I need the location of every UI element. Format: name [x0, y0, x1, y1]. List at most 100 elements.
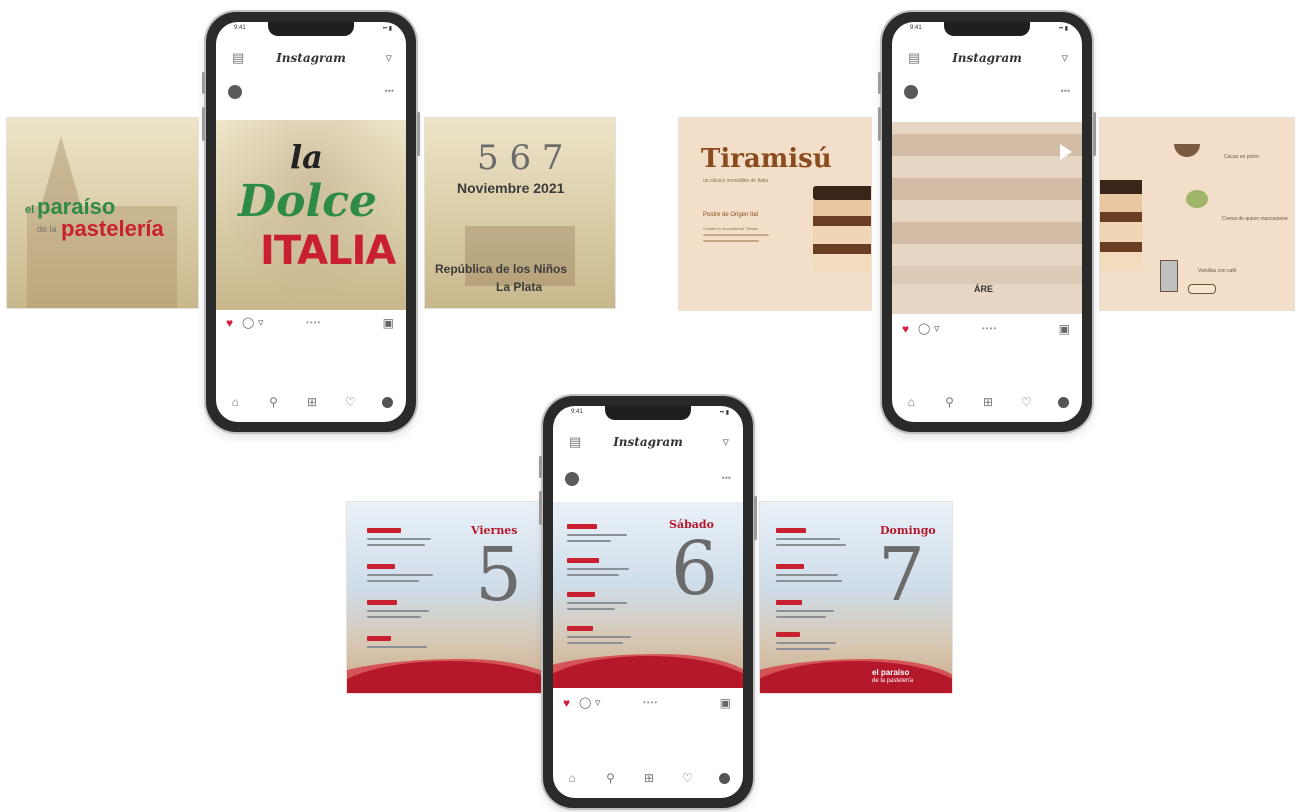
- avatar[interactable]: [228, 85, 242, 99]
- heart-icon[interactable]: ♡: [344, 395, 357, 409]
- comment-icon[interactable]: ◯: [918, 322, 930, 335]
- text-line: [703, 240, 759, 242]
- app-title: Instagram: [613, 435, 683, 449]
- carousel-dots: ••••: [306, 318, 322, 327]
- add-icon[interactable]: ⊞: [305, 395, 318, 409]
- phone-side-button: [754, 496, 757, 540]
- tiramisu-body: Creado en la ciudad de Treviso: [703, 226, 759, 231]
- post-video-tiramisu[interactable]: ÁRE: [892, 122, 1082, 314]
- mascarpone-illustration: [1186, 190, 1208, 208]
- add-icon[interactable]: ⊞: [981, 395, 994, 409]
- text-line: [703, 234, 769, 236]
- avatar[interactable]: [565, 472, 579, 486]
- title-italia: ITALIA: [260, 228, 396, 274]
- day-number: 7: [878, 532, 926, 618]
- heart-icon[interactable]: ♥: [226, 316, 233, 330]
- send-icon[interactable]: ▿: [722, 434, 729, 450]
- carousel-slide-right-fecha: 5 6 7 Noviembre 2021 República de los Ni…: [424, 117, 616, 309]
- post-image-la-dolce-italia[interactable]: la Dolce ITALIA: [216, 120, 406, 310]
- phone-side-button: [202, 72, 205, 94]
- phone-side-button: [539, 491, 542, 525]
- play-icon[interactable]: [1060, 144, 1072, 160]
- phone-side-button: [1093, 112, 1096, 156]
- post-image-sabado[interactable]: Sábado 6: [553, 502, 743, 688]
- video-stripe: [892, 266, 1082, 284]
- phone-notch: [605, 406, 691, 420]
- schedule-line: [567, 636, 631, 638]
- video-stripe: [892, 222, 1082, 244]
- phone-side-button: [417, 112, 420, 156]
- coffee-pot-illustration: [1160, 260, 1178, 292]
- phone-frame: 9:41 •• ▮ ▤ Instagram ▿ ••• la Dolce ITA…: [202, 12, 420, 432]
- comment-icon[interactable]: ◯: [242, 316, 254, 329]
- schedule-line: [776, 610, 834, 612]
- phone-frame: 9:41 •• ▮ ▤ Instagram ▿ ••• ÁRE ♥ ◯ ▿ ••…: [878, 12, 1096, 432]
- profile-icon[interactable]: [1058, 396, 1070, 408]
- search-icon[interactable]: ⚲: [267, 395, 280, 409]
- status-time: 9:41: [910, 25, 922, 31]
- bookmark-icon[interactable]: ▣: [1059, 322, 1070, 336]
- schedule-line: [776, 642, 836, 644]
- more-options-icon[interactable]: •••: [722, 473, 731, 483]
- more-options-icon[interactable]: •••: [1061, 86, 1070, 96]
- ladyfingers-illustration: [1188, 284, 1216, 294]
- schedule-tag: [567, 558, 599, 563]
- paraiso-logo-pasteleria: pastelería: [61, 216, 164, 241]
- profile-icon[interactable]: [719, 772, 731, 784]
- event-month: Noviembre 2021: [457, 180, 565, 196]
- tiramisu-heading: Postre de Origen Ital: [703, 212, 759, 218]
- heart-icon[interactable]: ♥: [902, 322, 909, 336]
- bookmark-icon[interactable]: ▣: [720, 696, 731, 710]
- video-stripe: [892, 178, 1082, 200]
- schedule-line: [776, 574, 838, 576]
- video-logo: ÁRE: [974, 284, 994, 294]
- phone-side-button: [202, 107, 205, 141]
- search-icon[interactable]: ⚲: [604, 771, 617, 785]
- heart-icon[interactable]: ♡: [1020, 395, 1033, 409]
- phone-screen: 9:41 •• ▮ ▤ Instagram ▿ ••• Sábado 6 ♥ ◯…: [553, 406, 743, 798]
- status-battery-icon: •• ▮: [719, 410, 729, 416]
- cake-slice-illustration: [1100, 180, 1142, 274]
- share-icon[interactable]: ▿: [595, 696, 601, 709]
- phone-screen: 9:41 •• ▮ ▤ Instagram ▿ ••• ÁRE ♥ ◯ ▿ ••…: [892, 22, 1082, 422]
- status-time: 9:41: [234, 25, 246, 31]
- heart-icon[interactable]: ♡: [681, 771, 694, 785]
- more-options-icon[interactable]: •••: [385, 86, 394, 96]
- instagram-header: ▤ Instagram ▿: [553, 428, 743, 458]
- send-icon[interactable]: ▿: [385, 50, 392, 66]
- schedule-line: [776, 616, 826, 618]
- home-icon[interactable]: ⌂: [566, 771, 579, 785]
- ingredient-label-crema: Crema de queso mascarpone: [1222, 216, 1288, 222]
- cocoa-bowl-illustration: [1174, 144, 1200, 157]
- share-icon[interactable]: ▿: [934, 322, 940, 335]
- paraiso-logo-small: el paraíso: [872, 668, 910, 677]
- schedule-line: [367, 580, 419, 582]
- heart-icon[interactable]: ♥: [563, 696, 570, 710]
- paraiso-logo-dela: de la: [37, 224, 57, 234]
- comment-icon[interactable]: ◯: [579, 696, 591, 709]
- schedule-line: [567, 568, 629, 570]
- home-icon[interactable]: ⌂: [905, 395, 918, 409]
- share-icon[interactable]: ▿: [258, 316, 264, 329]
- tiramisu-subtitle: un clásico irresistible de Italia: [703, 178, 769, 184]
- bottom-navigation: ⌂ ⚲ ⊞ ♡: [216, 390, 406, 414]
- schedule-line: [367, 574, 433, 576]
- phone-frame: 9:41 •• ▮ ▤ Instagram ▿ ••• Sábado 6 ♥ ◯…: [539, 396, 757, 808]
- event-city: La Plata: [496, 280, 543, 294]
- bookmark-icon[interactable]: ▣: [383, 316, 394, 330]
- home-icon[interactable]: ⌂: [229, 395, 242, 409]
- phone-side-button: [878, 107, 881, 141]
- day-number: 5: [475, 532, 523, 618]
- search-icon[interactable]: ⚲: [943, 395, 956, 409]
- bottom-navigation: ⌂ ⚲ ⊞ ♡: [553, 766, 743, 790]
- schedule-line: [567, 534, 627, 536]
- avatar[interactable]: [904, 85, 918, 99]
- schedule-line: [776, 580, 842, 582]
- schedule-tag: [776, 600, 802, 605]
- add-icon[interactable]: ⊞: [642, 771, 655, 785]
- send-icon[interactable]: ▿: [1061, 50, 1068, 66]
- paraiso-logo-el: el: [25, 204, 35, 216]
- schedule-tag: [367, 600, 397, 605]
- profile-icon[interactable]: [382, 396, 394, 408]
- schedule-tag: [367, 528, 401, 533]
